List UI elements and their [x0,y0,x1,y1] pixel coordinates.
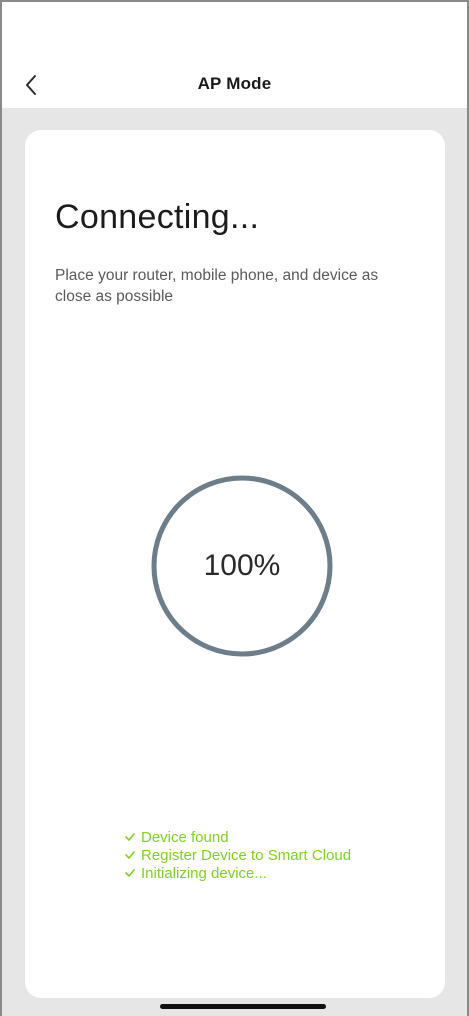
status-list: Device found Register Device to Smart Cl… [123,828,351,882]
content-card: Connecting... Place your router, mobile … [25,130,445,998]
status-label: Device found [141,828,229,846]
connecting-heading: Connecting... [55,198,260,236]
check-icon [123,866,137,880]
status-item-initializing: Initializing device... [123,864,351,882]
check-icon [123,848,137,862]
status-item-device-found: Device found [123,828,351,846]
progress-percent: 100% [203,549,281,582]
status-label: Register Device to Smart Cloud [141,846,352,864]
progress-ring: 100% [150,474,334,658]
check-icon [123,830,137,844]
page-title: AP Mode [197,74,272,93]
top-bar: AP Mode [2,2,467,108]
screen: AP Mode Connecting... Place your router,… [0,0,469,1016]
instruction-text: Place your router, mobile phone, and dev… [55,267,379,305]
status-item-register-cloud: Register Device to Smart Cloud [123,846,351,864]
status-label: Initializing device... [141,864,267,882]
home-indicator[interactable] [160,1004,326,1009]
